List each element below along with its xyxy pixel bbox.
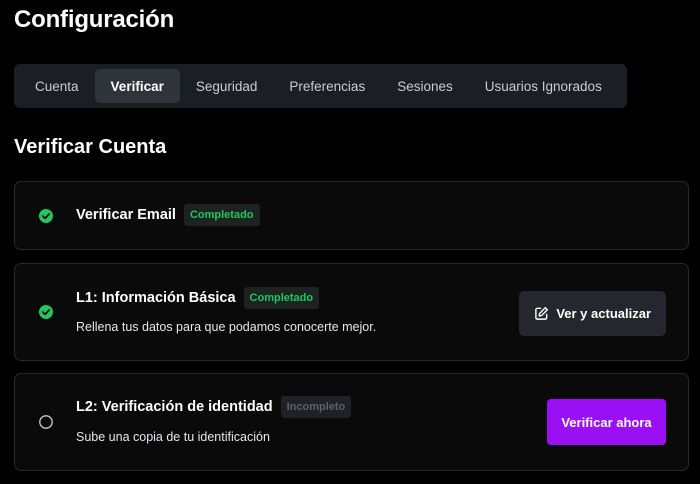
tab-cuenta[interactable]: Cuenta xyxy=(19,69,95,103)
step-title: L2: Verificación de identidad xyxy=(76,399,273,415)
verify-now-button[interactable]: Verificar ahora xyxy=(547,399,666,445)
tab-verificar[interactable]: Verificar xyxy=(94,69,180,103)
check-circle-icon xyxy=(39,305,53,319)
status-badge: Completado xyxy=(183,204,260,226)
status-badge: Completado xyxy=(243,287,320,309)
step-title: Verificar Email xyxy=(76,207,176,223)
settings-page: Configuración Cuenta Verificar Seguridad… xyxy=(0,0,700,484)
verification-step-l1: L1: Información Básica Completado Rellen… xyxy=(14,263,689,361)
settings-tabs: Cuenta Verificar Seguridad Preferencias … xyxy=(14,64,627,108)
view-update-button[interactable]: Ver y actualizar xyxy=(519,291,666,336)
verification-step-l2: L2: Verificación de identidad Incompleto… xyxy=(14,373,689,471)
step-title-row: L1: Información Básica Completado xyxy=(76,287,320,309)
edit-icon xyxy=(534,306,549,321)
tab-preferencias[interactable]: Preferencias xyxy=(273,69,381,103)
tab-usuarios-ignorados[interactable]: Usuarios Ignorados xyxy=(469,69,618,103)
tab-sesiones[interactable]: Sesiones xyxy=(381,69,469,103)
verification-step-email: Verificar Email Completado xyxy=(14,181,689,250)
tab-seguridad[interactable]: Seguridad xyxy=(180,69,274,103)
step-title-row: L2: Verificación de identidad Incompleto xyxy=(76,396,352,418)
step-description: Sube una copia de tu identificación xyxy=(76,430,270,444)
check-circle-icon xyxy=(39,209,53,223)
view-update-button-label: Ver y actualizar xyxy=(556,306,651,321)
step-title: L1: Información Básica xyxy=(76,290,236,306)
page-title: Configuración xyxy=(14,6,175,33)
section-title: Verificar Cuenta xyxy=(14,136,167,158)
step-title-row: Verificar Email Completado xyxy=(76,204,260,226)
status-badge: Incompleto xyxy=(280,396,352,418)
empty-circle-icon xyxy=(39,415,53,429)
step-description: Rellena tus datos para que podamos conoc… xyxy=(76,320,377,334)
